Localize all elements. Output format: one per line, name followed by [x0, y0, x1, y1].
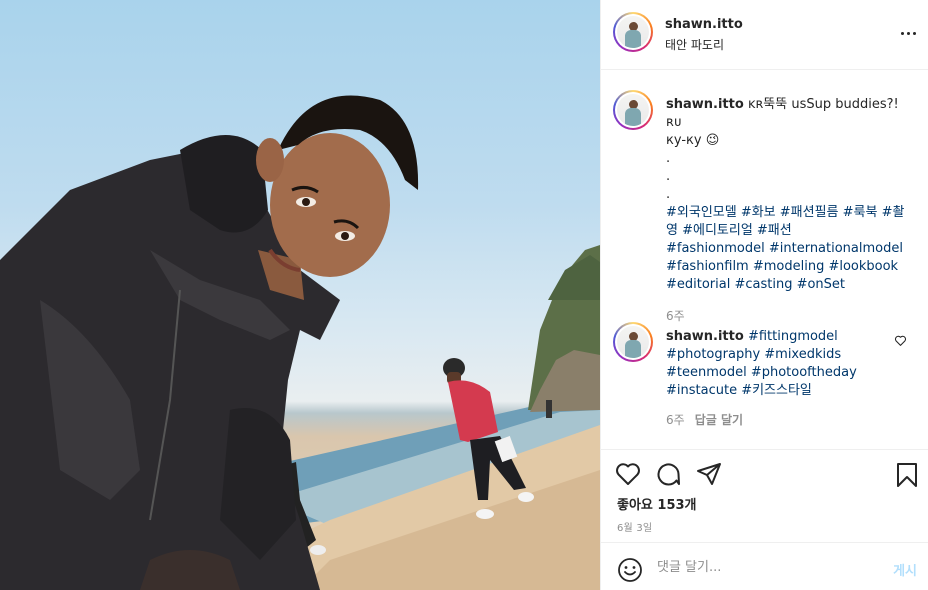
comment-time[interactable]: 6주 — [666, 413, 685, 427]
heart-icon[interactable] — [615, 462, 641, 486]
author-avatar[interactable] — [613, 12, 653, 52]
comment-hashtags[interactable]: #teenmodel #photooftheday — [666, 365, 857, 380]
share-icon[interactable] — [696, 462, 722, 486]
caption-hashtags[interactable]: #fashionfilm #modeling #lookbook — [666, 259, 898, 274]
comment-username[interactable]: shawn.itto — [666, 329, 744, 344]
wink-emoji-icon: 😉 — [705, 133, 720, 148]
bookmark-icon[interactable] — [896, 462, 918, 488]
post-date[interactable]: 6월 3일 — [617, 519, 652, 534]
post-location[interactable]: 태안 파도리 — [665, 36, 724, 53]
emoji-icon[interactable] — [617, 557, 643, 583]
caption-text: shawn.itto ᴋʀ뚝뚝 usSup buddies?! ʀᴜ кy-кy… — [666, 96, 911, 294]
author-username[interactable]: shawn.itto — [665, 17, 743, 32]
likes-count[interactable]: 좋아요 153개 — [617, 494, 697, 513]
caption-hashtags[interactable]: #외국인모델 #화보 #패션필름 #룩북 #촬영 #에디토리얼 #패션 — [666, 205, 904, 238]
add-comment-bar: 게시 — [601, 542, 928, 590]
beach-photo-illustration — [0, 95, 600, 590]
caption-dot: . — [666, 187, 671, 202]
comment-input[interactable] — [657, 555, 857, 579]
post-photo[interactable] — [0, 0, 600, 590]
caption-dot: . — [666, 169, 671, 184]
post-side-panel: shawn.itto 태안 파도리 shawn.itto ᴋʀ뚝뚝 usSup … — [600, 0, 928, 590]
post-comment-button[interactable]: 게시 — [893, 560, 917, 579]
caption-avatar[interactable] — [613, 90, 653, 130]
caption-dot: . — [666, 151, 671, 166]
post-header: shawn.itto 태안 파도리 — [601, 0, 928, 70]
action-bar — [601, 449, 928, 497]
comment-meta: 6주 답글 달기 — [666, 411, 743, 428]
comment-text: shawn.itto #fittingmodel #photography #m… — [666, 328, 886, 400]
caption-time[interactable]: 6주 — [666, 307, 685, 324]
comment-hashtags[interactable]: #instacute #키즈스타일 — [666, 383, 812, 398]
comments-section: shawn.itto ᴋʀ뚝뚝 usSup buddies?! ʀᴜ кy-кy… — [601, 70, 928, 448]
comment-icon[interactable] — [656, 462, 682, 486]
caption-line2: кy-кy — [666, 133, 702, 148]
more-options-icon[interactable] — [899, 24, 919, 44]
small-heart-icon[interactable] — [894, 334, 907, 347]
comment-hashtags[interactable]: #fittingmodel — [748, 329, 838, 344]
reply-button[interactable]: 답글 달기 — [695, 413, 743, 427]
comment-hashtags[interactable]: #photography #mixedkids — [666, 347, 841, 362]
caption-hashtags[interactable]: #editorial #casting #onSet — [666, 277, 845, 292]
comment-avatar[interactable] — [613, 322, 653, 362]
caption-username[interactable]: shawn.itto — [666, 97, 744, 112]
caption-hashtags[interactable]: #fashionmodel #internationalmodel — [666, 241, 903, 256]
